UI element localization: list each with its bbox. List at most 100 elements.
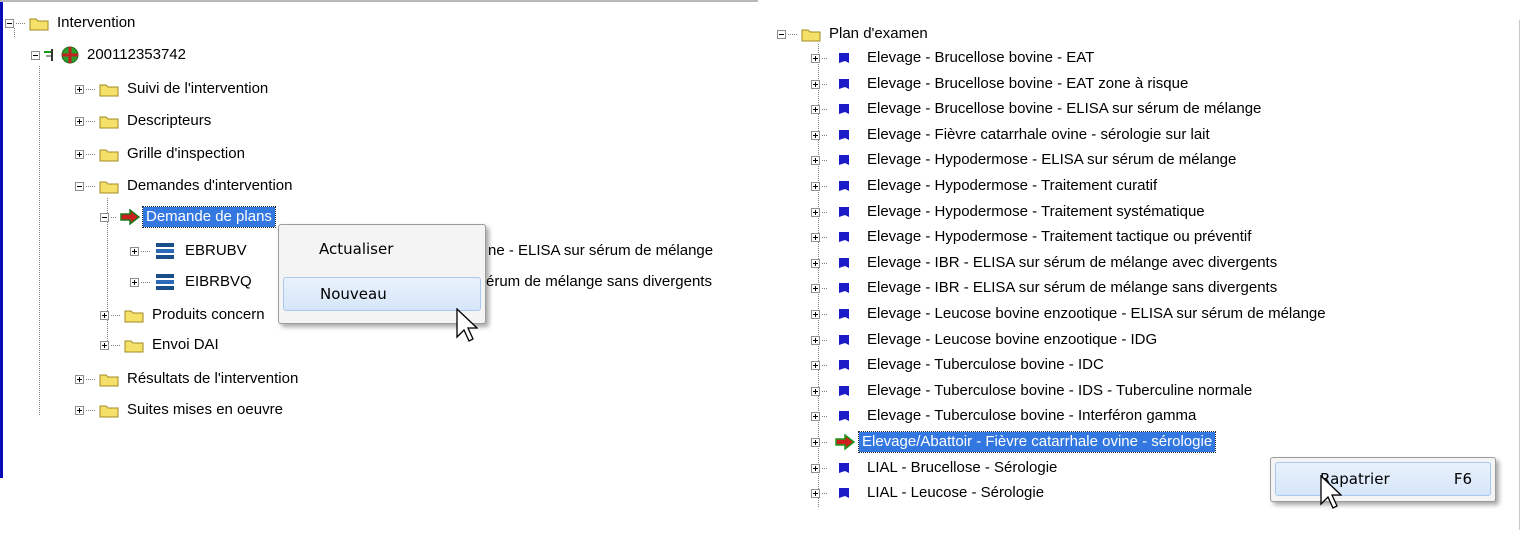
tree-node-plan[interactable]: Elevage - Tuberculose bovine - IDC xyxy=(811,353,1107,377)
tree-node-suivi[interactable]: Suivi de l'intervention xyxy=(75,77,271,101)
tree-node-plan[interactable]: Elevage - Hypodermose - Traitement tacti… xyxy=(811,225,1254,249)
tree-node-plan[interactable]: Elevage - Leucose bovine enzootique - ID… xyxy=(811,328,1160,352)
tree-node-resultats[interactable]: Résultats de l'intervention xyxy=(75,367,301,391)
mouse-cursor-icon xyxy=(1320,474,1343,515)
collapse-toggle[interactable] xyxy=(5,18,14,28)
collapse-toggle[interactable] xyxy=(777,29,786,39)
folder-icon xyxy=(124,338,144,353)
expand-toggle[interactable] xyxy=(100,340,109,350)
tree-node-plan[interactable]: LIAL - Leucose - Sérologie xyxy=(811,481,1047,505)
expand-toggle[interactable] xyxy=(75,149,84,159)
expand-toggle[interactable] xyxy=(75,116,84,126)
tree-label: Elevage - Tuberculose bovine - Interféro… xyxy=(867,407,1197,424)
tree-label: Elevage - Hypodermose - Traitement systé… xyxy=(867,203,1205,220)
plan-icon xyxy=(839,79,849,89)
folder-icon xyxy=(99,403,119,418)
tree-node-plan[interactable]: Elevage - Hypodermose - Traitement systé… xyxy=(811,200,1208,224)
arrow-right-icon xyxy=(835,433,856,451)
status-globe-icon xyxy=(60,45,80,65)
tree-node-intervention[interactable]: Intervention xyxy=(5,11,138,35)
tree-label: Elevage - Hypodermose - ELISA sur sérum … xyxy=(867,151,1237,168)
expand-toggle[interactable] xyxy=(811,437,820,447)
tree-node-plan[interactable]: Elevage - Brucellose bovine - EAT zone à… xyxy=(811,72,1191,96)
menu-item-nouveau[interactable]: Nouveau xyxy=(283,277,481,311)
tree-node-plan[interactable]: Elevage - Brucellose bovine - ELISA sur … xyxy=(811,97,1264,121)
tree-label: Elevage - Brucellose bovine - EAT xyxy=(867,49,1095,66)
collapse-toggle[interactable] xyxy=(100,212,109,222)
tree-node-plan-selected[interactable]: Elevage/Abattoir - Fièvre catarrhale ovi… xyxy=(811,430,1217,454)
expand-toggle[interactable] xyxy=(811,463,820,473)
tree-node-suites[interactable]: Suites mises en oeuvre xyxy=(75,398,286,422)
tree-node-produits[interactable]: Produits concern xyxy=(100,303,268,327)
folder-icon xyxy=(124,308,144,323)
tree-node-grille[interactable]: Grille d'inspection xyxy=(75,142,248,166)
expand-toggle[interactable] xyxy=(811,360,820,370)
tree-node-descripteurs[interactable]: Descripteurs xyxy=(75,109,214,133)
expand-toggle[interactable] xyxy=(75,374,84,384)
collapse-toggle[interactable] xyxy=(31,50,40,60)
tree-node-demande-de-plans[interactable]: Demande de plans xyxy=(100,205,276,229)
expand-toggle[interactable] xyxy=(811,386,820,396)
plan-icon xyxy=(839,309,849,319)
tree-label: Elevage - IBR - ELISA sur sérum de mélan… xyxy=(867,254,1278,271)
tree-node-demandes[interactable]: Demandes d'intervention xyxy=(75,174,295,198)
expand-toggle[interactable] xyxy=(100,310,109,320)
tree-node-plan[interactable]: Elevage - Hypodermose - ELISA sur sérum … xyxy=(811,148,1239,172)
tree-label: Elevage - IBR - ELISA sur sérum de mélan… xyxy=(867,279,1278,296)
tree-node-plan-examen[interactable]: Plan d'examen xyxy=(777,22,931,46)
expand-toggle[interactable] xyxy=(811,283,820,293)
tree-node-intervention-id[interactable]: 200112353742 xyxy=(31,43,189,67)
tree-node-plan[interactable]: Elevage - Tuberculose bovine - Interféro… xyxy=(811,404,1199,428)
expand-toggle[interactable] xyxy=(75,405,84,415)
plan-icon xyxy=(839,232,849,242)
plan-icon xyxy=(839,360,849,370)
expand-toggle[interactable] xyxy=(811,488,820,498)
folder-icon xyxy=(29,16,49,31)
expand-toggle[interactable] xyxy=(811,207,820,217)
tree-label: Résultats de l'intervention xyxy=(127,370,299,387)
tree-node-plan[interactable]: Elevage - Brucellose bovine - EAT xyxy=(811,46,1097,70)
tree-node-plan[interactable]: EBRUBV xyxy=(130,239,250,263)
collapse-toggle[interactable] xyxy=(75,181,84,191)
tree-node-plan[interactable]: Elevage - Fièvre catarrhale ovine - séro… xyxy=(811,123,1213,147)
tree-label: Elevage - Leucose bovine enzootique - EL… xyxy=(867,305,1326,322)
tree-label: Descripteurs xyxy=(127,112,212,129)
tree-node-plan[interactable]: Elevage - Leucose bovine enzootique - EL… xyxy=(811,302,1329,326)
plan-icon xyxy=(839,104,849,114)
tree-node-plan[interactable]: Elevage - IBR - ELISA sur sérum de mélan… xyxy=(811,251,1280,275)
expand-toggle[interactable] xyxy=(811,411,820,421)
tree-label: Elevage - Leucose bovine enzootique - ID… xyxy=(867,331,1158,348)
context-menu: Rapatrier F6 xyxy=(1270,457,1496,502)
plan-icon xyxy=(839,335,849,345)
expand-toggle[interactable] xyxy=(130,277,139,287)
tree-label-selected: Demande de plans xyxy=(142,206,276,228)
expand-toggle[interactable] xyxy=(811,335,820,345)
tree-label: Envoi DAI xyxy=(152,336,219,353)
tree-node-plan[interactable]: EIBRBVQ xyxy=(130,270,255,294)
expand-toggle[interactable] xyxy=(811,232,820,242)
expand-toggle[interactable] xyxy=(811,104,820,114)
panel-border xyxy=(1519,20,1520,530)
expand-toggle[interactable] xyxy=(811,181,820,191)
tree-node-plan[interactable]: Elevage - Tuberculose bovine - IDS - Tub… xyxy=(811,379,1255,403)
tree-label: Elevage - Hypodermose - Traitement curat… xyxy=(867,177,1158,194)
folder-icon xyxy=(99,179,119,194)
plan-icon xyxy=(839,463,849,473)
tree-node-plan[interactable]: Elevage - IBR - ELISA sur sérum de mélan… xyxy=(811,276,1280,300)
tree-node-envoi-dai[interactable]: Envoi DAI xyxy=(100,333,222,357)
expand-toggle[interactable] xyxy=(811,309,820,319)
expand-toggle[interactable] xyxy=(130,246,139,256)
expand-toggle[interactable] xyxy=(811,155,820,165)
expand-toggle[interactable] xyxy=(811,53,820,63)
menu-item-actualiser[interactable]: Actualiser xyxy=(283,232,481,266)
tree-label: Produits concern xyxy=(152,306,265,323)
folder-icon xyxy=(99,82,119,97)
tree-node-plan[interactable]: LIAL - Brucellose - Sérologie xyxy=(811,456,1060,480)
tree-label: Suivi de l'intervention xyxy=(127,80,269,97)
expand-toggle[interactable] xyxy=(811,130,820,140)
menu-item-rapatrier[interactable]: Rapatrier F6 xyxy=(1275,462,1491,496)
expand-toggle[interactable] xyxy=(75,84,84,94)
expand-toggle[interactable] xyxy=(811,79,820,89)
tree-node-plan[interactable]: Elevage - Hypodermose - Traitement curat… xyxy=(811,174,1160,198)
expand-toggle[interactable] xyxy=(811,258,820,268)
